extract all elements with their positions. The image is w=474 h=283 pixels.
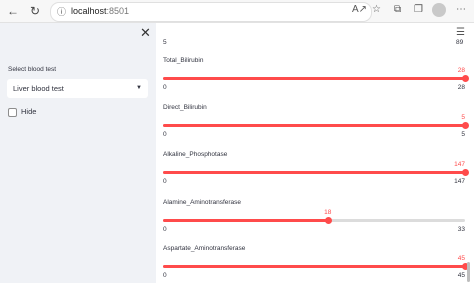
collections-icon[interactable]: ⧉ xyxy=(394,4,401,15)
back-arrow-icon[interactable]: ← xyxy=(5,3,21,19)
slider-track[interactable] xyxy=(163,122,469,129)
slider-value: 18 xyxy=(324,209,332,216)
slider-min: 0 xyxy=(163,272,167,279)
select-label: Select blood test xyxy=(8,66,57,73)
slider-max: 45 xyxy=(457,272,465,279)
slider-min: 0 xyxy=(163,84,167,91)
favorite-icon[interactable]: ☆ xyxy=(372,4,381,15)
slider-value: 147 xyxy=(454,161,465,168)
close-sidebar-icon[interactable]: ✕ xyxy=(140,25,151,41)
slider-label: Alamine_Aminotransferase xyxy=(163,199,242,206)
slider-thumb[interactable] xyxy=(462,75,469,82)
slider-thumb[interactable] xyxy=(462,122,469,129)
extensions-icon[interactable]: ❐ xyxy=(414,4,423,15)
blood-test-select[interactable]: Liver blood test ▼ xyxy=(7,79,148,98)
reload-icon[interactable]: ↻ xyxy=(27,3,43,19)
sidebar xyxy=(0,23,156,283)
top-range-min: 5 xyxy=(163,39,167,46)
hide-checkbox-label: Hide xyxy=(21,107,37,116)
slider-track[interactable] xyxy=(163,169,469,176)
slider-min: 0 xyxy=(163,131,167,138)
scrollbar[interactable] xyxy=(467,262,470,282)
slider-track[interactable] xyxy=(163,217,465,224)
slider-fill xyxy=(163,219,328,222)
slider-fill xyxy=(163,171,465,174)
top-range-max: 89 xyxy=(456,39,464,46)
slider-thumb[interactable] xyxy=(462,169,469,176)
slider-label: Aspartate_Aminotransferase xyxy=(163,245,246,252)
slider-value: 45 xyxy=(457,255,465,262)
slider-label: Alkaline_Phosphotase xyxy=(163,151,228,158)
profile-avatar[interactable] xyxy=(432,3,446,17)
browser-toolbar: ← ↻ ⓘ localhost:8501 A↗ ☆ ⧉ ❐ ⋯ xyxy=(0,0,474,23)
chevron-down-icon: ▼ xyxy=(136,85,142,91)
slider-label: Total_Bilirubin xyxy=(163,57,204,64)
url-text: localhost:8501 xyxy=(71,6,130,16)
slider-track[interactable] xyxy=(163,75,469,82)
slider-track[interactable] xyxy=(163,263,469,270)
more-icon[interactable]: ⋯ xyxy=(456,4,466,15)
slider-min: 0 xyxy=(163,226,167,233)
slider-thumb[interactable] xyxy=(324,217,332,224)
hamburger-menu-icon[interactable]: ☰ xyxy=(456,27,465,38)
read-aloud-icon[interactable]: A↗ xyxy=(352,4,367,15)
slider-value: 5 xyxy=(461,114,465,121)
slider-min: 0 xyxy=(163,178,167,185)
slider-value: 28 xyxy=(457,67,465,74)
select-value: Liver blood test xyxy=(13,84,64,93)
hide-checkbox[interactable] xyxy=(8,108,17,117)
slider-fill xyxy=(163,265,465,268)
slider-max: 147 xyxy=(454,178,465,185)
slider-label: Direct_Bilirubin xyxy=(163,104,207,111)
slider-fill xyxy=(163,77,465,80)
slider-max: 28 xyxy=(457,84,465,91)
slider-max: 33 xyxy=(457,226,465,233)
address-bar[interactable]: ⓘ localhost:8501 xyxy=(50,2,372,22)
slider-max: 5 xyxy=(461,131,465,138)
info-icon: ⓘ xyxy=(57,7,67,17)
slider-fill xyxy=(163,124,465,127)
